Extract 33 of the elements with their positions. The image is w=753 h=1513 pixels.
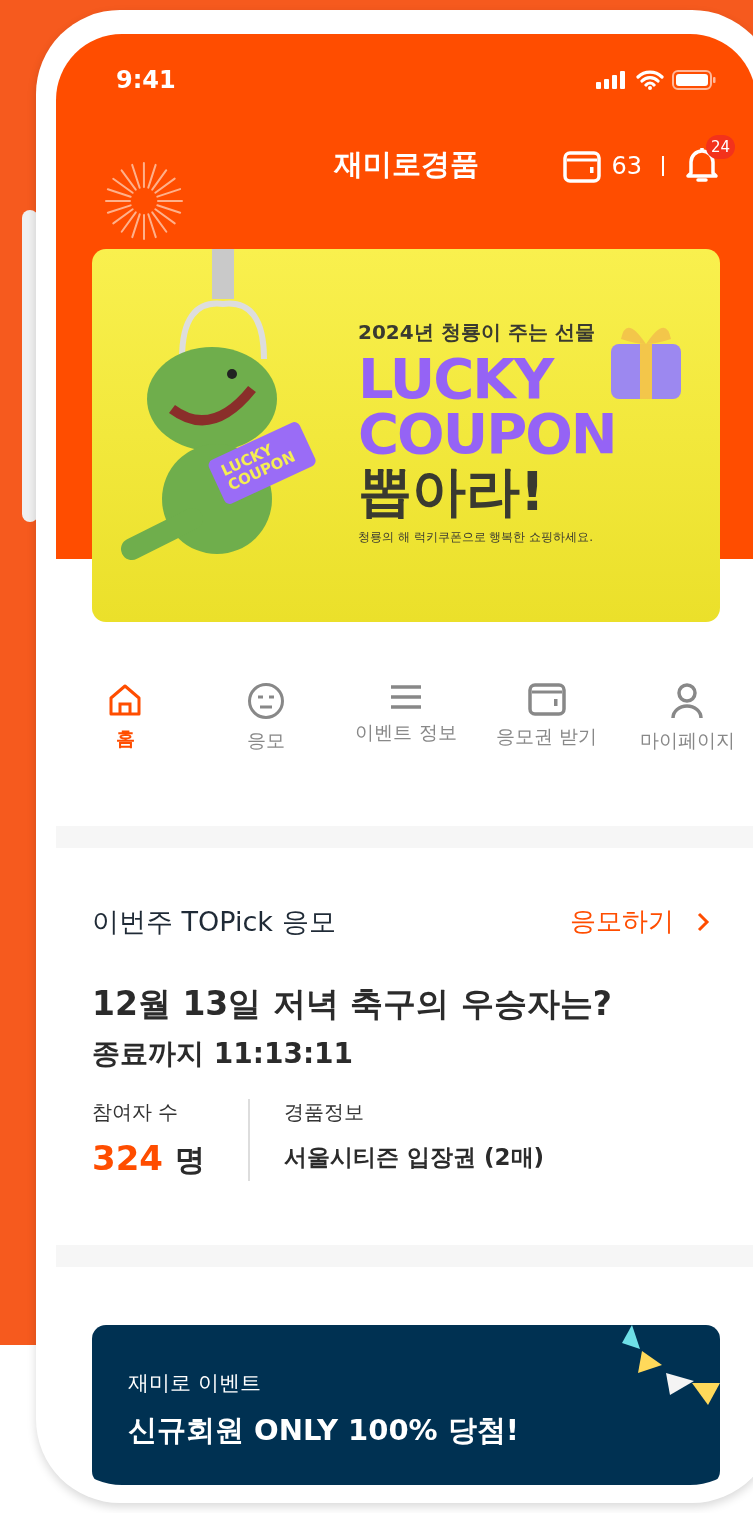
wallet-icon[interactable] <box>563 148 602 183</box>
event-title: 신규회원 ONLY 100% 당첨! <box>128 1412 520 1449</box>
nav-tab[interactable]: 마이페이지 <box>620 681 753 826</box>
nav-tab[interactable]: 응모 <box>198 681 333 826</box>
banner-title: 뽑아라! <box>358 461 546 521</box>
wifi-icon <box>636 70 664 91</box>
prize-label: 경품정보 <box>284 1098 365 1126</box>
app-title: 재미로경품 <box>333 145 479 183</box>
event-banner[interactable]: 재미로 이벤트 신규회원 ONLY 100% 당첨! <box>92 1325 720 1485</box>
bunting-icon <box>620 1325 720 1405</box>
banner-headline: LUCKY COUPON <box>358 351 617 462</box>
banner-caption: 청룡의 해 럭키쿠폰으로 행복한 쇼핑하세요. <box>358 528 595 546</box>
status-time: 9:41 <box>116 66 176 95</box>
participants-unit: 명 <box>175 1140 205 1179</box>
prize-text: 서울시티즌 입장권 (2매) <box>284 1142 545 1172</box>
nav-tab[interactable]: 응모권 받기 <box>479 681 614 826</box>
nav-tab[interactable]: 홈 <box>58 681 192 826</box>
chevron-right-icon <box>696 910 710 933</box>
person-icon <box>669 681 705 720</box>
wallet-icon <box>527 681 566 716</box>
signal-icon <box>596 71 628 90</box>
participants-count: 324 <box>92 1137 163 1178</box>
enter-link[interactable]: 응모하기 <box>570 904 710 940</box>
countdown-text: 종료까지 11:13:11 <box>92 1035 355 1072</box>
participants-label: 참여자 수 <box>92 1098 180 1126</box>
event-label: 재미로 이벤트 <box>128 1370 262 1397</box>
battery-icon <box>672 70 716 91</box>
banner-subtitle: 2024년 청룡이 주는 선물 <box>358 318 596 346</box>
section-heading: 이번주 TOPick 응모 <box>92 904 336 939</box>
coupon-count: 63 <box>611 151 642 180</box>
nav-tab[interactable]: 이벤트 정보 <box>339 681 473 826</box>
face-icon <box>246 681 285 720</box>
question-title: 12월 13일 저녁 축구의 우승자는? <box>92 982 613 1025</box>
